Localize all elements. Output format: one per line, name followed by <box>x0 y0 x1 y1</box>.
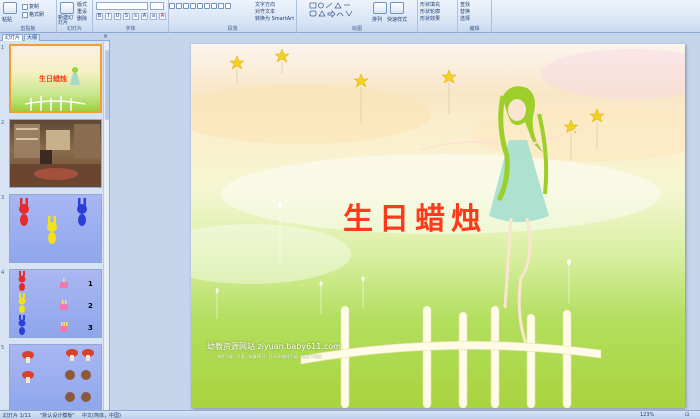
slide-counter: 幻灯片 1/11 <box>3 413 31 419</box>
thumb-rabbits-graphic <box>19 198 87 244</box>
new-slide-icon[interactable] <box>60 2 74 14</box>
slide-canvas[interactable]: 生日蜡烛 幼教资源网站 ziyuan.baby611.com 课件下载 · 儿歌… <box>191 44 685 408</box>
slide-thumbnail-5[interactable] <box>9 344 102 413</box>
select-button[interactable]: 选择 <box>460 15 470 22</box>
slide-thumbnail-4[interactable]: 1 2 3 <box>9 269 102 338</box>
theme-name: "默认设计模板" <box>40 413 75 419</box>
panel-scroll-thumb[interactable] <box>105 50 109 120</box>
close-panel-icon[interactable]: × <box>103 33 108 40</box>
clipboard-label: 剪贴板 <box>20 26 36 32</box>
editing-group: 查找 替换 选择 编辑 <box>458 0 492 33</box>
strike-icon[interactable]: S <box>123 13 130 20</box>
font-label: 字体 <box>125 26 136 32</box>
arrange-icon[interactable] <box>373 2 387 14</box>
shape-outline-button[interactable]: 形状轮廓 <box>420 8 440 15</box>
brand-watermark: 幼教资源网站 ziyuan.baby611.com <box>207 342 341 351</box>
copy-button[interactable]: 复制 <box>22 3 39 10</box>
slide-number-4: 4 <box>1 270 5 276</box>
slide-thumbnail-1[interactable]: 生日蜡烛 <box>9 44 102 113</box>
copy-icon <box>22 3 28 10</box>
arrange-button[interactable]: 排列 <box>372 16 382 23</box>
case-icon[interactable]: a <box>150 13 157 20</box>
slide-number-2: 2 <box>1 120 5 126</box>
shape-effects-button[interactable]: 形状效果 <box>420 15 440 22</box>
slide-thumbnail-2[interactable] <box>9 119 102 188</box>
slide-thumbnail-3[interactable] <box>9 194 102 263</box>
slide-number-5: 5 <box>1 345 5 351</box>
thumb-mushrooms-graphic <box>22 349 94 402</box>
panel-tabs: 幻灯片 大纲 × <box>0 33 110 41</box>
slides-label: 幻灯片 <box>66 26 82 32</box>
slides-panel: 幻灯片 大纲 × 1 生日蜡烛 2 3 4 1 2 3 5 <box>0 33 110 413</box>
shape-format-group: 形状填充 形状轮廓 形状效果 <box>418 0 458 33</box>
shadow-icon[interactable]: s <box>132 13 139 20</box>
replace-button[interactable]: 替换 <box>460 8 470 15</box>
format-painter-button[interactable]: 格式刷 <box>22 11 44 18</box>
layout-button[interactable]: 版式 <box>77 1 87 8</box>
fence-graphic <box>300 305 602 408</box>
find-button[interactable]: 查找 <box>460 1 470 8</box>
spacing-icon[interactable]: A <box>141 13 148 20</box>
thumb-room-graphic <box>10 124 101 187</box>
font-color-icon[interactable]: A <box>159 13 166 20</box>
reset-button[interactable]: 重设 <box>77 8 87 15</box>
thumb-girl-graphic <box>24 67 86 111</box>
brush-icon <box>22 11 28 18</box>
quick-styles-button[interactable]: 快速样式 <box>387 16 407 23</box>
paste-button[interactable]: 粘贴 <box>2 16 12 23</box>
paste-icon[interactable] <box>3 2 17 14</box>
editing-label: 编辑 <box>469 26 480 32</box>
clipboard-group: 粘贴 复制 格式刷 剪贴板 <box>0 0 57 33</box>
italic-icon[interactable]: I <box>105 13 112 20</box>
ribbon: 粘贴 复制 格式刷 剪贴板 新建幻灯片 版式 重设 删除 幻灯片 字体 BIUS… <box>0 0 700 33</box>
drawing-label: 绘图 <box>351 26 362 32</box>
panel-scrollbar[interactable] <box>103 42 109 410</box>
fit-window-icon[interactable]: ⊡ <box>685 412 689 418</box>
slide-title[interactable]: 生日蜡烛 <box>343 194 487 238</box>
paragraph-group: 文字方向 对齐文本 转换为 SmartArt 段落 <box>169 0 297 33</box>
shape-fill-button[interactable]: 形状填充 <box>420 1 440 8</box>
quick-styles-icon[interactable] <box>390 2 404 14</box>
align-text-button[interactable]: 对齐文本 <box>255 8 275 15</box>
slide-number-1: 1 <box>1 45 5 51</box>
shapes-gallery-icon[interactable] <box>309 2 365 22</box>
slide-editor: 生日蜡烛 幼教资源网站 ziyuan.baby611.com 课件下载 · 儿歌… <box>111 33 700 410</box>
smartart-button[interactable]: 转换为 SmartArt <box>255 15 294 22</box>
tab-outline[interactable]: 大纲 <box>24 34 41 41</box>
thumb4-number-3: 3 <box>88 324 93 332</box>
drawing-group: 排列 快速样式 绘图 <box>297 0 418 33</box>
slide-number-3: 3 <box>1 195 5 201</box>
font-name-input[interactable] <box>96 2 148 10</box>
text-direction-button[interactable]: 文字方向 <box>255 1 275 8</box>
paragraph-label: 段落 <box>227 26 238 32</box>
language-indicator[interactable]: 中文(简体，中国) <box>82 412 121 419</box>
bold-icon[interactable]: B <box>96 13 103 20</box>
brand-subtitle: 课件下载 · 儿歌 · 故事MP3 · FLASH课件下载 · 试卷下载库 <box>217 354 322 359</box>
thumb4-number-1: 1 <box>88 280 93 288</box>
bullets-icon[interactable] <box>169 3 232 10</box>
slides-group: 新建幻灯片 版式 重设 删除 幻灯片 <box>57 0 93 33</box>
font-size-input[interactable] <box>150 2 164 10</box>
thumb4-number-2: 2 <box>88 302 93 310</box>
zoom-level[interactable]: 123% <box>640 412 654 418</box>
tab-slides[interactable]: 幻灯片 <box>2 34 24 41</box>
delete-button[interactable]: 删除 <box>77 15 87 22</box>
underline-icon[interactable]: U <box>114 13 121 20</box>
status-bar: 幻灯片 1/11 "默认设计模板" 中文(简体，中国) 123% ⊡ <box>0 410 700 419</box>
